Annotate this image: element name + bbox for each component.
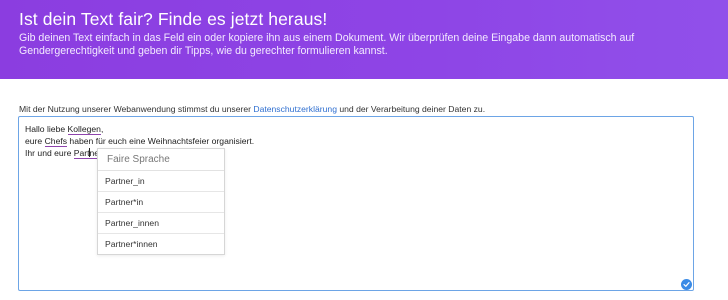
consent-suffix: und der Verarbeitung deiner Daten zu. [336,104,486,114]
page-subtitle: Gib deinen Text einfach in das Feld ein … [19,32,635,57]
hero-banner: Ist dein Text fair? Finde es jetzt herau… [0,0,728,79]
text-segment: , [100,124,104,134]
text-segment: haben für euch eine Weihnachtsfeier orga… [67,136,255,146]
text-segment: Part [73,148,90,158]
check-circle-icon [681,279,692,290]
consent-prefix: Mit der Nutzung unserer Webanwendung sti… [19,104,254,114]
privacy-consent-text: Mit der Nutzung unserer Webanwendung sti… [19,104,485,114]
text-line-3[interactable]: Ihr und eure Partner [25,148,102,159]
suggestions-dropdown: Faire Sprache Partner_in Partner*in Part… [97,148,225,255]
privacy-policy-link[interactable]: Datenschutzerklärung [253,104,337,114]
page-title: Ist dein Text fair? Finde es jetzt herau… [19,9,328,29]
flagged-word-kollegen[interactable]: Kollegen [67,124,101,135]
suggestion-item[interactable]: Partner*in [98,192,224,213]
text-line-1[interactable]: Hallo liebe Kollegen, [25,124,104,135]
suggestion-item[interactable]: Partner*innen [98,234,224,254]
text-segment: Hallo liebe [25,124,68,134]
suggestions-header: Faire Sprache [98,149,224,171]
suggestion-item[interactable]: Partner_innen [98,213,224,234]
text-segment: eure [25,136,45,146]
suggestion-item[interactable]: Partner_in [98,171,224,192]
text-segment: Ihr und eure [25,148,74,158]
text-line-2[interactable]: eure Chefs haben für euch eine Weihnacht… [25,136,255,147]
flagged-word-chefs[interactable]: Chefs [44,136,68,147]
